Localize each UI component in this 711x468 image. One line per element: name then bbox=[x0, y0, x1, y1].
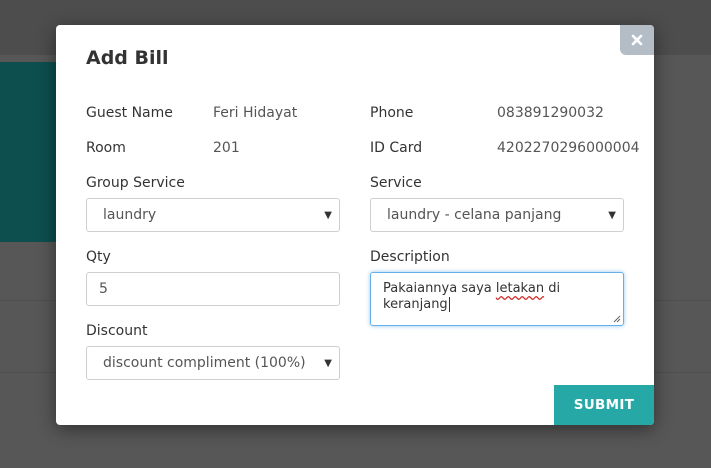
discount-select[interactable]: discount compliment (100%) ▼ bbox=[86, 346, 340, 380]
description-textarea[interactable]: Pakaiannya saya letakan di keranjang bbox=[370, 272, 624, 326]
room-value: 201 bbox=[213, 140, 240, 156]
modal-title: Add Bill bbox=[86, 47, 169, 69]
chevron-down-icon: ▼ bbox=[324, 358, 332, 369]
background-panel bbox=[0, 62, 60, 242]
group-service-select[interactable]: laundry ▼ bbox=[86, 198, 340, 232]
id-card-value: 4202270296000004 bbox=[497, 140, 640, 156]
group-service-selected: laundry bbox=[103, 207, 157, 223]
add-bill-modal: Add Bill Guest Name Feri Hidayat Phone 0… bbox=[56, 25, 654, 425]
spellcheck-word: letakan bbox=[495, 281, 545, 296]
close-button[interactable] bbox=[620, 25, 654, 55]
chevron-down-icon: ▼ bbox=[324, 210, 332, 221]
phone-value: 083891290032 bbox=[497, 105, 604, 121]
service-select[interactable]: laundry - celana panjang ▼ bbox=[370, 198, 624, 232]
resize-grip-icon[interactable] bbox=[613, 315, 621, 323]
discount-label: Discount bbox=[86, 323, 148, 339]
submit-button[interactable]: SUBMIT bbox=[554, 385, 654, 425]
qty-value: 5 bbox=[99, 281, 108, 297]
description-label: Description bbox=[370, 249, 450, 265]
service-selected: laundry - celana panjang bbox=[387, 207, 562, 223]
description-text: Pakaiannya saya letakan di keranjang bbox=[383, 281, 561, 312]
service-label: Service bbox=[370, 175, 422, 191]
guest-name-value: Feri Hidayat bbox=[213, 105, 298, 121]
qty-label: Qty bbox=[86, 249, 111, 265]
discount-selected: discount compliment (100%) bbox=[103, 355, 306, 371]
close-icon bbox=[631, 34, 643, 46]
phone-label: Phone bbox=[370, 105, 414, 121]
qty-input[interactable]: 5 bbox=[86, 272, 340, 306]
id-card-label: ID Card bbox=[370, 140, 423, 156]
guest-name-label: Guest Name bbox=[86, 105, 173, 121]
room-label: Room bbox=[86, 140, 126, 156]
group-service-label: Group Service bbox=[86, 175, 185, 191]
chevron-down-icon: ▼ bbox=[608, 210, 616, 221]
